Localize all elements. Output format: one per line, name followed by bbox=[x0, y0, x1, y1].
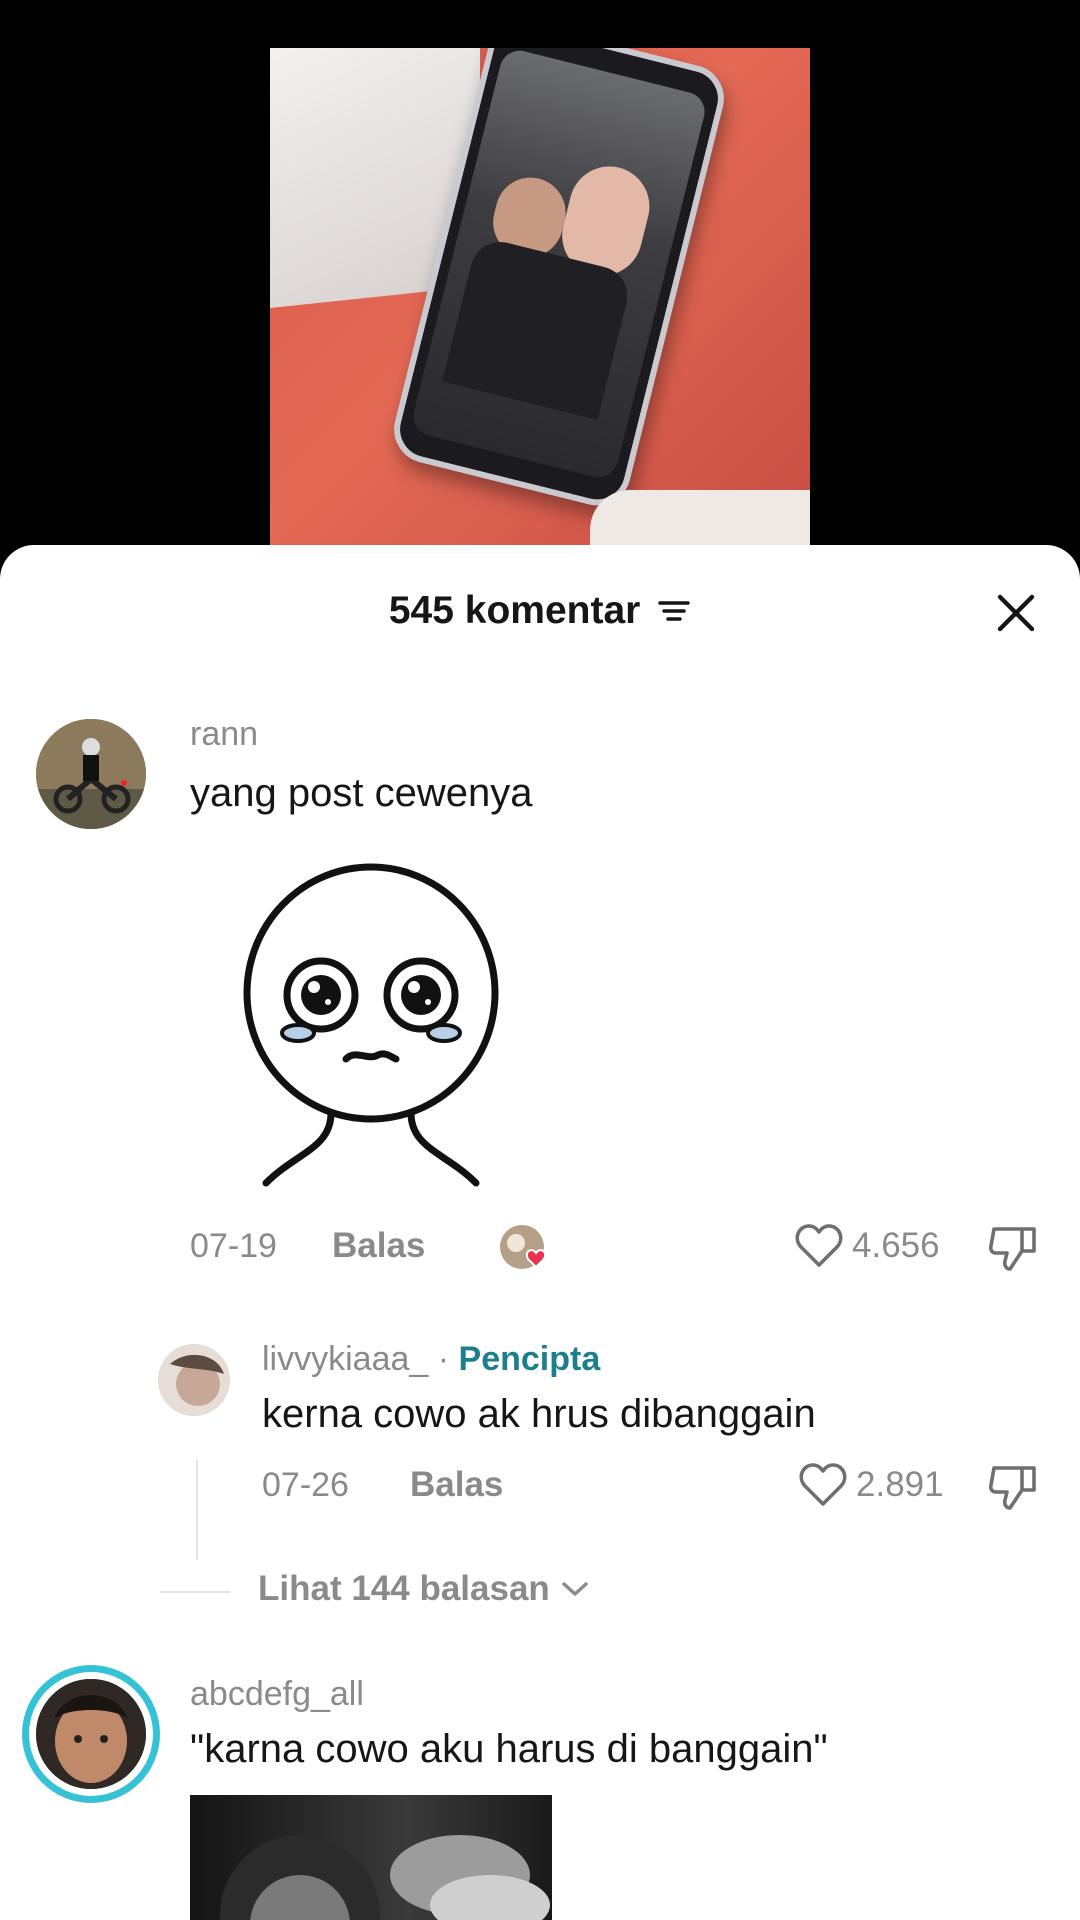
comments-count-title: 545 komentar bbox=[388, 589, 641, 632]
comment-date: 07-19 bbox=[190, 1227, 277, 1265]
avatar-story-ring[interactable] bbox=[22, 1665, 160, 1803]
view-replies-label: Lihat 144 balasan bbox=[258, 1569, 550, 1608]
comment-image[interactable] bbox=[190, 1795, 552, 1920]
avatar bbox=[36, 1679, 146, 1789]
thread-line bbox=[196, 1460, 198, 1560]
crying-face-sticker bbox=[236, 863, 506, 1203]
comment-username[interactable]: abcdefg_all bbox=[190, 1675, 364, 1714]
reply-date: 07-26 bbox=[262, 1466, 349, 1504]
like-button[interactable]: 4.656 bbox=[794, 1223, 940, 1269]
comment-text: "karna cowo aku harus di banggain" bbox=[190, 1727, 828, 1771]
video-thumbnail[interactable] bbox=[270, 48, 810, 560]
reply-button[interactable]: Balas bbox=[410, 1465, 503, 1505]
like-count: 2.891 bbox=[856, 1465, 944, 1504]
creator-liked-indicator bbox=[496, 1223, 556, 1275]
creator-badge: Pencipta bbox=[458, 1340, 601, 1378]
comment-text: yang post cewenya bbox=[190, 771, 533, 815]
sort-filter-icon[interactable] bbox=[657, 591, 691, 635]
reply-button[interactable]: Balas bbox=[332, 1226, 425, 1266]
close-icon[interactable] bbox=[988, 585, 1044, 641]
heart-icon bbox=[795, 1224, 843, 1267]
chevron-down-icon bbox=[562, 1582, 588, 1596]
comments-header: 545 komentar bbox=[0, 545, 1080, 675]
avatar[interactable] bbox=[36, 719, 146, 829]
reply-text: kerna cowo ak hrus dibanggain bbox=[262, 1392, 816, 1436]
video-background[interactable] bbox=[0, 0, 1080, 560]
like-button[interactable]: 2.891 bbox=[798, 1462, 944, 1508]
view-replies-divider bbox=[160, 1591, 230, 1593]
dislike-icon[interactable] bbox=[988, 1223, 1040, 1278]
comment-username[interactable]: rann bbox=[190, 715, 258, 754]
reply-username[interactable]: livvykiaaa_ · Pencipta bbox=[262, 1340, 600, 1379]
view-replies-button[interactable]: Lihat 144 balasan bbox=[258, 1569, 590, 1609]
dislike-icon[interactable] bbox=[988, 1462, 1040, 1517]
heart-icon bbox=[799, 1463, 847, 1506]
avatar[interactable] bbox=[158, 1344, 230, 1416]
like-count: 4.656 bbox=[852, 1226, 940, 1265]
comments-sheet: 545 komentar rann yang post cewenya 07-1… bbox=[0, 545, 1080, 1920]
